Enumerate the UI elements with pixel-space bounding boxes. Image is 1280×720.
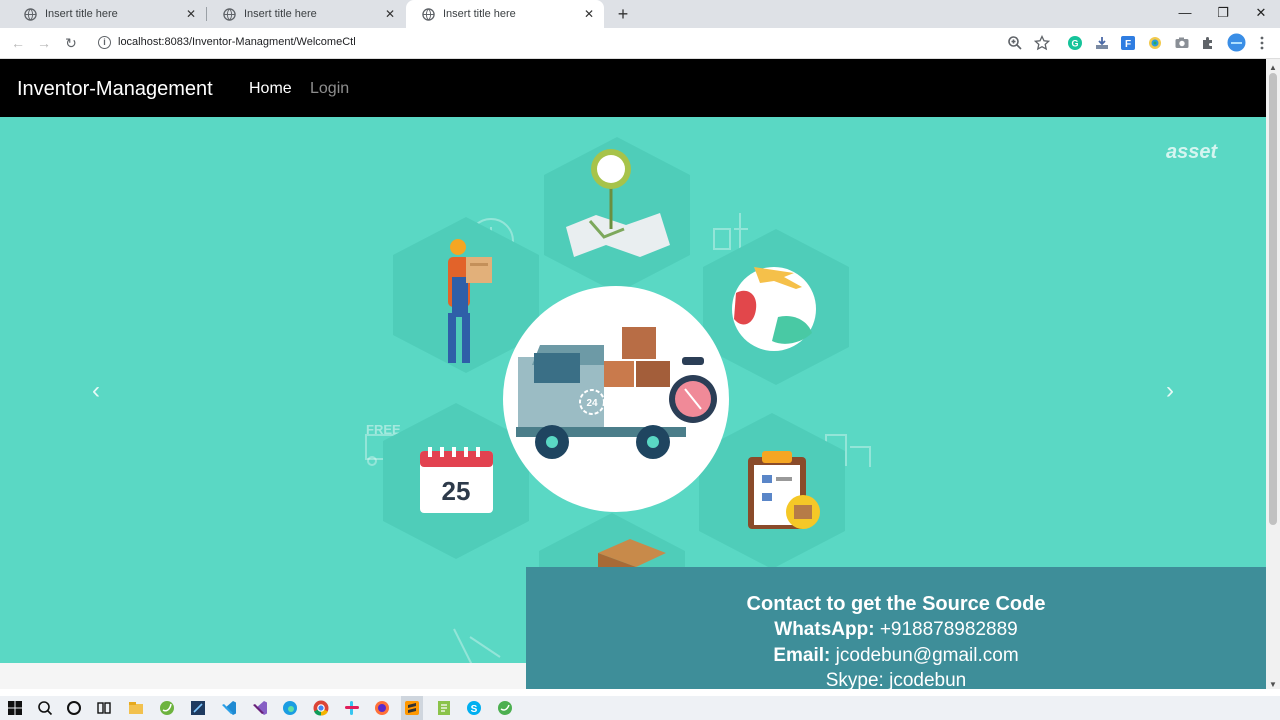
contact-skype: Skype: jcodebun xyxy=(526,670,1266,692)
tab-title: Insert title here xyxy=(443,8,516,20)
new-tab-button[interactable]: + xyxy=(612,3,634,25)
globe-icon xyxy=(422,7,435,21)
scrollbar-thumb[interactable] xyxy=(1269,73,1277,525)
calendar-icon: 25 xyxy=(420,447,493,513)
editor-icon[interactable] xyxy=(189,699,207,717)
email-value: jcodebun@gmail.com xyxy=(835,645,1019,666)
slack-icon[interactable] xyxy=(343,699,361,717)
bookmark-star-icon[interactable] xyxy=(1034,35,1050,51)
nav-home-link[interactable]: Home xyxy=(249,80,292,98)
globe-plane-icon xyxy=(732,267,816,351)
color-extension-icon[interactable] xyxy=(1147,35,1163,51)
contact-overlay: Contact to get the Source Code WhatsApp:… xyxy=(526,567,1266,692)
svg-text:G: G xyxy=(1071,39,1078,49)
screen: Insert title here ✕ Insert title here ✕ … xyxy=(0,0,1280,720)
url-text[interactable]: localhost:8083/Inventor-Managment/Welcom… xyxy=(118,36,356,48)
notepadpp-icon[interactable] xyxy=(435,699,453,717)
camera-icon[interactable] xyxy=(1174,35,1190,51)
site-info-icon[interactable]: i xyxy=(98,36,111,49)
skype-icon[interactable]: S xyxy=(465,699,483,717)
close-tab-icon[interactable]: ✕ xyxy=(383,7,397,21)
back-button[interactable]: ← xyxy=(7,32,29,54)
contact-email: Email: jcodebun@gmail.com xyxy=(526,645,1266,667)
scroll-down-icon[interactable]: ▼ xyxy=(1269,680,1277,689)
asset-watermark: asset xyxy=(1166,141,1218,163)
svg-text:F: F xyxy=(1125,39,1131,50)
nav-login-link[interactable]: Login xyxy=(310,80,349,98)
page-scrollbar[interactable]: ▲ ▼ xyxy=(1266,59,1280,689)
whatsapp-label: WhatsApp: xyxy=(774,619,875,640)
search-icon[interactable] xyxy=(36,699,54,717)
chrome-icon[interactable] xyxy=(312,699,330,717)
vscode-icon[interactable] xyxy=(220,699,238,717)
sublime-icon[interactable] xyxy=(403,699,421,717)
close-window-button[interactable]: ✕ xyxy=(1242,0,1280,28)
site-navbar: Inventor-Management Home Login xyxy=(0,59,1266,117)
browser-toolbar: ← → ↻ i localhost:8083/Inventor-Managmen… xyxy=(0,28,1280,59)
calendar-day: 25 xyxy=(442,476,471,506)
cortana-icon[interactable] xyxy=(65,699,83,717)
browser-tab-1[interactable]: Insert title here ✕ xyxy=(8,0,206,28)
reload-button[interactable]: ↻ xyxy=(60,32,82,54)
visual-studio-icon[interactable] xyxy=(251,699,269,717)
svg-text:S: S xyxy=(471,704,478,715)
extensions-puzzle-icon[interactable] xyxy=(1200,35,1216,51)
skype-label: Skype: xyxy=(825,670,884,691)
close-tab-icon[interactable]: ✕ xyxy=(184,7,198,21)
forward-button[interactable]: → xyxy=(33,32,55,54)
page-footer-area xyxy=(0,663,526,689)
carousel-prev-icon[interactable]: ‹ xyxy=(84,379,108,403)
close-tab-icon[interactable]: ✕ xyxy=(582,7,596,21)
firefox-icon[interactable] xyxy=(373,699,391,717)
globe-icon xyxy=(223,7,236,21)
contact-heading: Contact to get the Source Code xyxy=(746,593,1046,615)
globe-icon xyxy=(24,7,37,21)
zoom-icon[interactable] xyxy=(1007,35,1023,51)
edge-icon[interactable] xyxy=(281,699,299,717)
windows-start-icon[interactable] xyxy=(6,699,24,717)
address-bar[interactable]: i localhost:8083/Inventor-Managment/Welc… xyxy=(92,31,1056,55)
windows-taskbar: S xyxy=(0,696,1280,720)
contact-whatsapp: WhatsApp: +918878982889 xyxy=(526,619,1266,641)
green-app-icon[interactable] xyxy=(496,699,514,717)
scroll-up-icon[interactable]: ▲ xyxy=(1269,63,1277,72)
extension-f-icon[interactable]: F xyxy=(1120,35,1136,51)
browser-tab-3-active[interactable]: Insert title here ✕ xyxy=(406,0,604,28)
tab-strip: Insert title here ✕ Insert title here ✕ … xyxy=(0,0,1280,28)
grammarly-icon[interactable]: G xyxy=(1067,35,1083,51)
task-view-icon[interactable] xyxy=(95,699,113,717)
truck-24-badge: 24 xyxy=(586,398,598,409)
site-brand[interactable]: Inventor-Management xyxy=(17,78,213,101)
tab-title: Insert title here xyxy=(244,8,317,20)
profile-icon[interactable] xyxy=(1227,33,1246,52)
minimize-button[interactable]: — xyxy=(1166,0,1204,28)
email-label: Email: xyxy=(773,645,831,666)
whatsapp-value: +918878982889 xyxy=(879,619,1018,640)
tab-title: Insert title here xyxy=(45,8,118,20)
spring-tool-icon[interactable] xyxy=(158,699,176,717)
restore-button[interactable]: ❐ xyxy=(1204,0,1242,28)
download-icon[interactable] xyxy=(1094,35,1110,51)
menu-icon[interactable] xyxy=(1254,35,1270,51)
browser-tab-2[interactable]: Insert title here ✕ xyxy=(207,0,405,28)
skype-value: jcodebun xyxy=(889,670,967,691)
file-explorer-icon[interactable] xyxy=(127,699,145,717)
carousel-next-icon[interactable]: › xyxy=(1158,379,1182,403)
